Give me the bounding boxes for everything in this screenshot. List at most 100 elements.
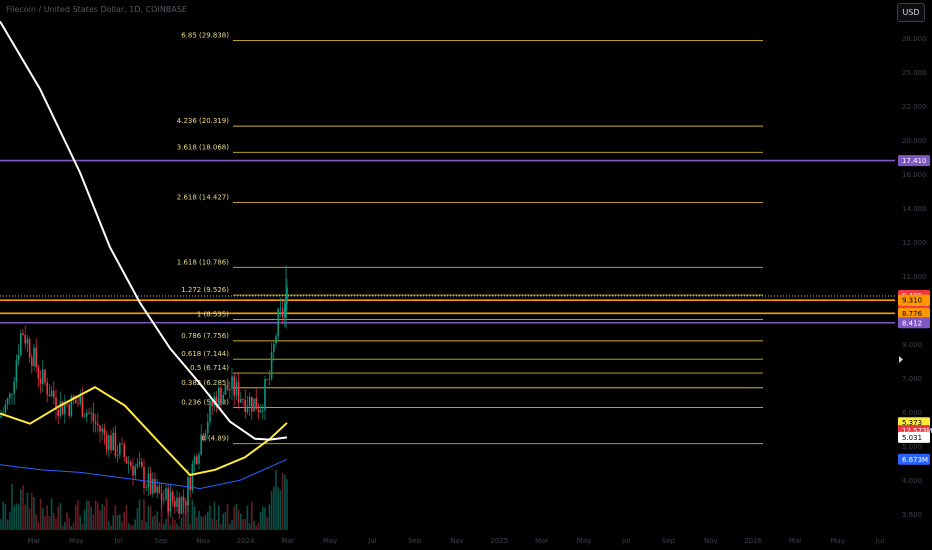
candle-body bbox=[127, 462, 130, 464]
candle-body bbox=[44, 369, 46, 383]
volume-bar bbox=[143, 498, 145, 530]
candle-body bbox=[248, 396, 251, 407]
volume-bar bbox=[20, 489, 22, 530]
volume-bar bbox=[264, 507, 266, 530]
candle-body bbox=[169, 491, 172, 512]
volume-bar bbox=[2, 501, 4, 530]
y-tick-label: 3.600 bbox=[902, 511, 922, 519]
candle-body bbox=[132, 465, 134, 476]
volume-bar bbox=[253, 520, 255, 530]
x-tick-label: Jul bbox=[367, 537, 377, 545]
candle-body bbox=[211, 400, 213, 407]
volume-bar bbox=[242, 519, 244, 530]
candle-body bbox=[226, 384, 229, 391]
volume-bar bbox=[132, 525, 134, 530]
volume-bar bbox=[28, 508, 31, 530]
candle-body bbox=[79, 396, 81, 404]
candle-body bbox=[31, 357, 33, 366]
candle-body bbox=[160, 492, 163, 500]
volume-bar bbox=[171, 517, 174, 530]
candle-body bbox=[268, 378, 271, 380]
volume-bar bbox=[189, 524, 191, 530]
volume-bar bbox=[145, 521, 147, 530]
volume-bar bbox=[68, 517, 70, 530]
volume-bar bbox=[158, 522, 161, 530]
y-tick-label: 22.000 bbox=[902, 103, 927, 111]
volume-bar bbox=[101, 504, 103, 530]
candle-body bbox=[134, 466, 136, 476]
candle-body bbox=[81, 396, 84, 417]
volume-bar bbox=[44, 515, 46, 530]
volume-bar bbox=[86, 500, 88, 530]
fib-label: 1.618 (10.786) bbox=[177, 258, 229, 266]
volume-bar bbox=[257, 522, 260, 530]
x-tick-label: Nov bbox=[196, 537, 210, 545]
price-tags: 17.4109.48504:52:059.3108.7768.4125.3731… bbox=[898, 155, 932, 465]
x-tick-label: Jul bbox=[875, 537, 885, 545]
price-tag-label: 8.412 bbox=[902, 319, 922, 327]
volume-bar bbox=[235, 503, 238, 530]
candle-body bbox=[193, 456, 196, 465]
y-tick-label: 16.000 bbox=[902, 171, 927, 179]
price-chart[interactable]: 6.85 (29.838) 4.236 (20.319) 3.618 (18.068… bbox=[0, 0, 932, 550]
fib-label: 3.618 (18.068) bbox=[177, 143, 229, 151]
x-tick-label: May bbox=[830, 537, 844, 545]
candle-body bbox=[257, 409, 260, 413]
candle-body bbox=[112, 432, 114, 451]
y-tick-label: 4.000 bbox=[902, 477, 922, 485]
candle-body bbox=[90, 412, 92, 414]
volume-bar bbox=[198, 511, 200, 530]
volume-bar bbox=[116, 514, 119, 530]
candle-body bbox=[198, 454, 200, 464]
volume-bar bbox=[130, 525, 132, 530]
candle-body bbox=[123, 444, 125, 457]
volume-bar bbox=[202, 516, 205, 530]
candle-body bbox=[171, 491, 174, 501]
volume-bar bbox=[229, 523, 231, 530]
volume-bar bbox=[154, 515, 156, 530]
volume-bar bbox=[165, 519, 167, 530]
volume-bar bbox=[218, 505, 220, 530]
candle-body bbox=[224, 384, 227, 395]
candle-body bbox=[50, 390, 53, 397]
candle-body bbox=[237, 382, 240, 403]
volume-bar bbox=[259, 512, 262, 530]
candle-body bbox=[42, 369, 44, 384]
volume-bar bbox=[0, 519, 2, 530]
volume-bar bbox=[99, 510, 101, 530]
volume-bar bbox=[279, 490, 282, 530]
candle-body bbox=[158, 486, 161, 493]
volume-bar bbox=[220, 524, 222, 530]
volume-bar bbox=[180, 517, 183, 530]
volume-bar bbox=[196, 516, 198, 530]
candle-body bbox=[136, 463, 139, 467]
fib-label: 0.382 (6.285) bbox=[181, 379, 229, 387]
x-tick-label: Sep bbox=[408, 537, 422, 545]
volume-bar bbox=[141, 520, 143, 530]
candle-body bbox=[75, 399, 77, 404]
y-tick-label: 28.000 bbox=[902, 35, 927, 43]
candle-body bbox=[259, 410, 262, 413]
scroll-arrow-icon[interactable] bbox=[899, 356, 903, 363]
candle-body bbox=[163, 498, 165, 500]
volume-bar bbox=[6, 519, 9, 530]
fib-label: 2.618 (14.427) bbox=[177, 193, 229, 201]
candle-body bbox=[207, 421, 209, 434]
candle-body bbox=[187, 477, 189, 506]
candle-body bbox=[266, 379, 268, 380]
volume-bar bbox=[17, 504, 20, 530]
candle-body bbox=[189, 477, 191, 491]
x-tick-label: Jul bbox=[621, 537, 631, 545]
x-tick-label: Nov bbox=[704, 537, 718, 545]
candle-body bbox=[103, 428, 106, 435]
volume-bar bbox=[152, 516, 154, 530]
volume-bar bbox=[191, 499, 194, 530]
candle-body bbox=[17, 355, 20, 361]
volume-bar bbox=[176, 523, 178, 530]
candle-body bbox=[9, 393, 11, 399]
volume-bar bbox=[22, 485, 24, 530]
volume-bar bbox=[231, 519, 233, 530]
volume-bar bbox=[70, 525, 73, 530]
currency-button[interactable]: USD bbox=[897, 3, 925, 22]
volume-bar bbox=[50, 498, 53, 530]
